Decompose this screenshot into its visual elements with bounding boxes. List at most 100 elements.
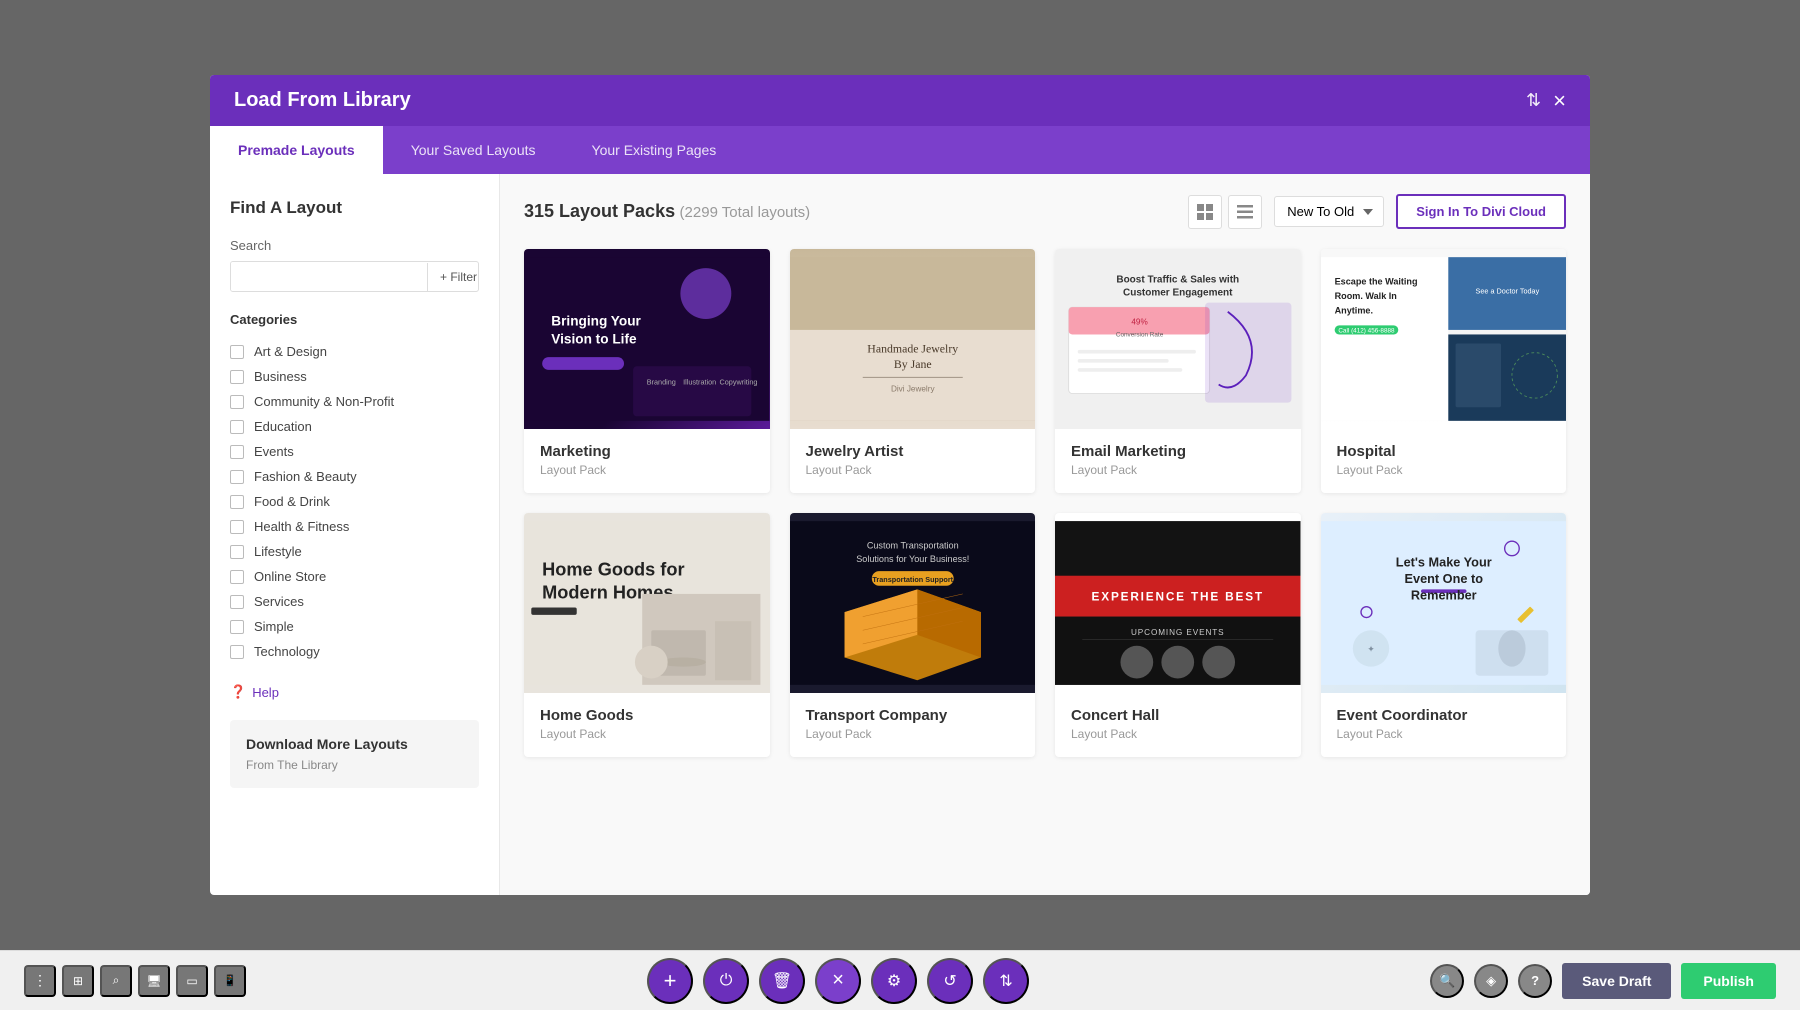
card-homegoods[interactable]: Home Goods for Modern Homes <box>524 513 770 757</box>
svg-text:Call (412) 456-8888: Call (412) 456-8888 <box>1338 328 1395 335</box>
category-item-events[interactable]: Events <box>230 439 479 464</box>
svg-text:Customer Engagement: Customer Engagement <box>1123 287 1233 298</box>
category-checkbox-community[interactable] <box>230 395 244 409</box>
tab-existing[interactable]: Your Existing Pages <box>564 126 745 174</box>
dots-button[interactable]: ⋮ <box>24 965 56 997</box>
power-button[interactable]: ⏻ <box>703 958 749 1004</box>
category-checkbox-education[interactable] <box>230 420 244 434</box>
card-type-jewelry: Layout Pack <box>806 463 1020 477</box>
settings-button[interactable]: ⚙ <box>871 958 917 1004</box>
list-icon <box>1237 205 1253 219</box>
layers-button[interactable]: ◈ <box>1474 964 1508 998</box>
category-item-education[interactable]: Education <box>230 414 479 439</box>
svg-text:49%: 49% <box>1131 317 1147 326</box>
category-checkbox-health[interactable] <box>230 520 244 534</box>
search-right-button[interactable]: 🔍 <box>1430 964 1464 998</box>
svg-text:By Jane: By Jane <box>893 357 931 371</box>
category-item-health[interactable]: Health & Fitness <box>230 514 479 539</box>
close-icon[interactable]: × <box>1553 90 1566 112</box>
category-item-simple[interactable]: Simple <box>230 614 479 639</box>
category-item-business[interactable]: Business <box>230 364 479 389</box>
category-item-online-store[interactable]: Online Store <box>230 564 479 589</box>
card-type-homegoods: Layout Pack <box>540 727 754 741</box>
card-name-transport: Transport Company <box>806 707 1020 724</box>
tablet-button[interactable]: ▭ <box>176 965 208 997</box>
card-name-marketing: Marketing <box>540 443 754 460</box>
svg-text:Let's Make Your: Let's Make Your <box>1395 555 1491 570</box>
save-draft-button[interactable]: Save Draft <box>1562 963 1671 999</box>
add-button[interactable]: + <box>647 958 693 1004</box>
category-checkbox-business[interactable] <box>230 370 244 384</box>
category-checkbox-fashion[interactable] <box>230 470 244 484</box>
search-bar: + Filter <box>230 261 479 292</box>
category-checkbox-services[interactable] <box>230 595 244 609</box>
card-name-homegoods: Home Goods <box>540 707 754 724</box>
categories-title: Categories <box>230 312 479 327</box>
category-checkbox-online-store[interactable] <box>230 570 244 584</box>
grid-icon <box>1197 204 1213 220</box>
card-event[interactable]: Let's Make Your Event One to Remember ✦ <box>1321 513 1567 757</box>
desktop-button[interactable]: 🖥 <box>138 965 170 997</box>
card-transport[interactable]: Custom Transportation Solutions for Your… <box>790 513 1036 757</box>
header-right: New To Old Old To New A to Z Z to A Sign… <box>1188 194 1566 229</box>
card-concert[interactable]: EXPERIENCE THE BEST UPCOMING EVENTS <box>1055 513 1301 757</box>
jewelry-preview-svg: Handmade Jewelry By Jane Divi Jewelry <box>790 249 1036 429</box>
search-input[interactable] <box>231 262 427 291</box>
download-subtitle: From The Library <box>246 758 463 772</box>
trash-button[interactable]: 🗑 <box>759 958 805 1004</box>
sidebar: Find A Layout Search + Filter Categories… <box>210 174 500 895</box>
category-checkbox-food[interactable] <box>230 495 244 509</box>
view-icons <box>1188 195 1262 229</box>
email-preview-svg: Boost Traffic & Sales with Customer Enga… <box>1055 249 1301 429</box>
svg-text:Branding: Branding <box>647 377 676 386</box>
help-link[interactable]: ❓ Help <box>230 684 479 700</box>
grid-view-button[interactable] <box>1188 195 1222 229</box>
tab-premade[interactable]: Premade Layouts <box>210 126 383 174</box>
help-right-button[interactable]: ? <box>1518 964 1552 998</box>
marketing-preview-svg: Bringing Your Vision to Life Branding Il… <box>524 249 770 429</box>
category-item-technology[interactable]: Technology <box>230 639 479 664</box>
svg-text:Bringing Your: Bringing Your <box>551 313 641 328</box>
x-button[interactable]: × <box>815 958 861 1004</box>
sign-in-button[interactable]: Sign In To Divi Cloud <box>1396 194 1566 229</box>
card-marketing[interactable]: Bringing Your Vision to Life Branding Il… <box>524 249 770 493</box>
mobile-button[interactable]: 📱 <box>214 965 246 997</box>
svg-text:Transportation Support: Transportation Support <box>872 575 953 584</box>
card-jewelry[interactable]: Handmade Jewelry By Jane Divi Jewelry Je… <box>790 249 1036 493</box>
card-hospital[interactable]: Escape the Waiting Room. Walk In Anytime… <box>1321 249 1567 493</box>
card-body-transport: Transport Company Layout Pack <box>790 693 1036 757</box>
sort-select[interactable]: New To Old Old To New A to Z Z to A <box>1274 196 1384 227</box>
list-view-button[interactable] <box>1228 195 1262 229</box>
category-item-food[interactable]: Food & Drink <box>230 489 479 514</box>
layout-button[interactable]: ⊞ <box>62 965 94 997</box>
card-email[interactable]: Boost Traffic & Sales with Customer Enga… <box>1055 249 1301 493</box>
history-button[interactable]: ↺ <box>927 958 973 1004</box>
adjust-bottom-button[interactable]: ⇅ <box>983 958 1029 1004</box>
category-item-community[interactable]: Community & Non-Profit <box>230 389 479 414</box>
tab-saved[interactable]: Your Saved Layouts <box>383 126 564 174</box>
publish-button[interactable]: Publish <box>1681 963 1776 999</box>
bottom-toolbar: ⋮ ⊞ ⌕ 🖥 ▭ 📱 + ⏻ 🗑 × ⚙ ↺ ⇅ 🔍 ◈ ? Save Dra… <box>0 950 1800 1010</box>
card-type-marketing: Layout Pack <box>540 463 754 477</box>
category-checkbox-simple[interactable] <box>230 620 244 634</box>
category-checkbox-lifestyle[interactable] <box>230 545 244 559</box>
transport-preview-svg: Custom Transportation Solutions for Your… <box>790 513 1036 693</box>
category-item-art[interactable]: Art & Design <box>230 339 479 364</box>
category-item-fashion[interactable]: Fashion & Beauty <box>230 464 479 489</box>
svg-text:Anytime.: Anytime. <box>1334 306 1372 316</box>
category-checkbox-art[interactable] <box>230 345 244 359</box>
card-type-hospital: Layout Pack <box>1337 463 1551 477</box>
filter-button[interactable]: + Filter <box>427 263 479 291</box>
layout-grid: Bringing Your Vision to Life Branding Il… <box>524 249 1566 757</box>
svg-text:EXPERIENCE THE BEST: EXPERIENCE THE BEST <box>1092 589 1264 603</box>
category-checkbox-technology[interactable] <box>230 645 244 659</box>
search-left-button[interactable]: ⌕ <box>100 965 132 997</box>
category-checkbox-events[interactable] <box>230 445 244 459</box>
packs-count: 315 Layout Packs <box>524 201 675 221</box>
modal-tabs: Premade Layouts Your Saved Layouts Your … <box>210 126 1590 174</box>
category-item-services[interactable]: Services <box>230 589 479 614</box>
adjust-icon[interactable]: ⇅ <box>1526 90 1541 111</box>
card-name-event: Event Coordinator <box>1337 707 1551 724</box>
category-item-lifestyle[interactable]: Lifestyle <box>230 539 479 564</box>
card-body-marketing: Marketing Layout Pack <box>524 429 770 493</box>
